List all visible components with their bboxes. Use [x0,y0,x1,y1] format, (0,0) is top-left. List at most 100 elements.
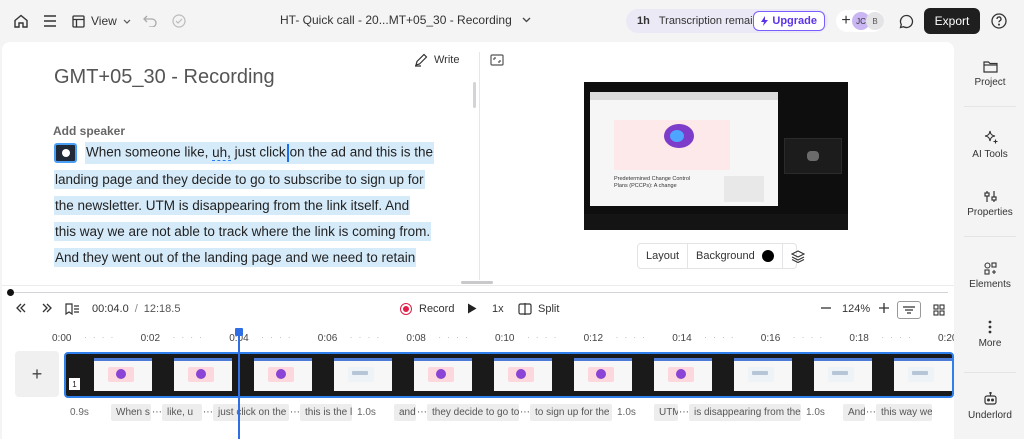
sidebar-item-elements[interactable]: Elements [956,262,1024,290]
chevron-down-icon [123,19,131,24]
grid-view-icon[interactable] [927,301,951,319]
video-track[interactable]: 1 [64,352,954,398]
timeline-word[interactable]: like, u [162,404,202,421]
transcript-text[interactable]: When someone like, uh, just click on the … [54,140,434,270]
layout-button[interactable]: Layout [638,244,689,268]
ruler-minor-ticks: · · · · [84,333,116,342]
ruler-minor-ticks: · · · · [261,333,293,342]
transcript-line[interactable]: When someone like, uh, just click on the … [54,140,434,166]
playhead-handle[interactable] [235,328,243,336]
filler-word[interactable]: uh, [212,144,231,161]
sliders-icon [983,190,998,203]
lightning-icon [761,16,769,26]
editor-panel: Write GMT+05_30 - Recording Add speaker … [2,42,954,439]
sidebar-item-project[interactable]: Project [956,60,1024,88]
record-icon [400,303,412,315]
split-icon [518,303,532,315]
waveform-view-icon[interactable] [897,301,921,319]
ruler-tick-label: 0:08 [406,333,426,344]
home-icon[interactable] [11,11,31,31]
avatar[interactable]: B [866,12,884,30]
timeline-word[interactable]: When s [111,404,151,421]
split-label: Split [538,303,560,315]
comment-icon[interactable] [896,11,916,31]
sidebar-item-more[interactable]: More [956,320,1024,349]
record-label: Record [419,303,455,315]
scene-toolbar: Layout Background [637,243,805,269]
speaker-thumbnail-icon[interactable] [54,143,78,163]
add-track-button[interactable]: + [15,351,59,397]
ruler-tick-label: 0:20 [938,333,954,344]
scrub-bar[interactable] [10,292,948,293]
expand-icon[interactable] [490,54,504,66]
timeline-word[interactable]: and [394,404,416,421]
silence-gap[interactable]: 0.9s [70,404,106,421]
sidebar-item-label: Project [974,77,1006,88]
silence-gap[interactable]: 1.0s [357,404,389,421]
silence-gap[interactable]: 1.0s [617,404,649,421]
transcript-line[interactable]: the newsletter. UTM is disappearing from… [54,192,434,218]
timeline-word[interactable]: is disappearing from the li [689,404,801,421]
export-button[interactable]: Export [924,8,980,34]
video-frame-thumbnail [494,358,552,391]
play-icon[interactable] [467,303,477,314]
timeline-word[interactable]: And [843,404,865,421]
preview-illustration [614,120,730,170]
video-frame-thumbnail [734,358,792,391]
transcript-scrollbar[interactable] [473,82,476,108]
timeline-word[interactable]: UTM [654,404,678,421]
skip-forward-icon[interactable] [41,303,53,313]
silence-gap[interactable]: 1.0s [806,404,838,421]
folder-icon [982,60,998,73]
timeline-word[interactable]: just click on the a [213,404,289,421]
transcript-line[interactable]: And they went out of the landing page an… [54,244,434,270]
video-frame-thumbnail [254,358,312,391]
view-menu-button[interactable]: View [72,11,131,31]
video-frame-thumbnail [414,358,472,391]
record-button[interactable]: Record [400,303,454,315]
playhead[interactable] [238,331,240,439]
upgrade-button[interactable]: Upgrade [753,11,825,31]
transcript-line[interactable]: landing page and they decide to go to su… [54,166,434,192]
help-icon[interactable] [989,11,1009,31]
video-frame-thumbnail [94,358,152,391]
collaborators[interactable]: + JC B [836,10,884,32]
video-preview[interactable]: Predetermined Change Control Plans (PCCP… [584,82,848,230]
sidebar-item-label: Elements [969,279,1011,290]
ruler-tick-label: 0:14 [672,333,692,344]
chapters-icon[interactable] [65,303,80,315]
ruler-tick-label: 0:16 [760,333,781,344]
preview-webcam [784,138,842,174]
zoom-in-icon[interactable] [878,302,890,314]
scrub-handle[interactable] [7,289,14,296]
layers-icon[interactable] [783,244,813,268]
saved-check-icon [169,11,189,31]
video-frame-thumbnail [174,358,232,391]
ruler-minor-ticks: · · · · [881,333,913,342]
resize-handle[interactable] [461,281,493,284]
sidebar-item-underlord[interactable]: Underlord [956,392,1024,421]
document-title[interactable]: HT- Quick call - 20...MT+05_30 - Recordi… [280,13,531,27]
ruler-tick-label: 0:02 [140,333,161,344]
transcript-line-text: this way we are not able to track where … [54,221,432,241]
split-button[interactable]: Split [518,303,559,315]
write-button[interactable]: Write [414,53,459,67]
add-speaker-button[interactable]: Add speaker [53,124,125,138]
timeline-word[interactable]: this way we a [876,404,932,421]
undo-icon[interactable] [140,11,160,31]
playback-speed-button[interactable]: 1x [492,303,504,315]
timeline-word[interactable]: to sign up for the [530,404,612,421]
timeline-word[interactable]: this is the l [300,404,352,421]
sidebar-item-ai-tools[interactable]: AI Tools [956,130,1024,160]
sidebar-item-properties[interactable]: Properties [956,190,1024,218]
zoom-out-icon[interactable] [820,302,832,314]
timeline-word[interactable]: they decide to go to [427,404,519,421]
timeline-ruler[interactable]: 0:00· · · ·0:02· · · ·0:04· · · ·0:06· ·… [2,333,954,347]
menu-icon[interactable] [40,11,60,31]
skip-back-icon[interactable] [15,303,27,313]
word-track[interactable]: 0.9s When s ⋯ like, u ⋯ just click on the a ⋯ t… [64,402,954,422]
background-button[interactable]: Background [688,244,783,268]
word-separator: ⋯ [520,407,530,418]
transcript-line[interactable]: this way we are not able to track where … [54,218,434,244]
zoom-level: 124% [842,303,871,315]
